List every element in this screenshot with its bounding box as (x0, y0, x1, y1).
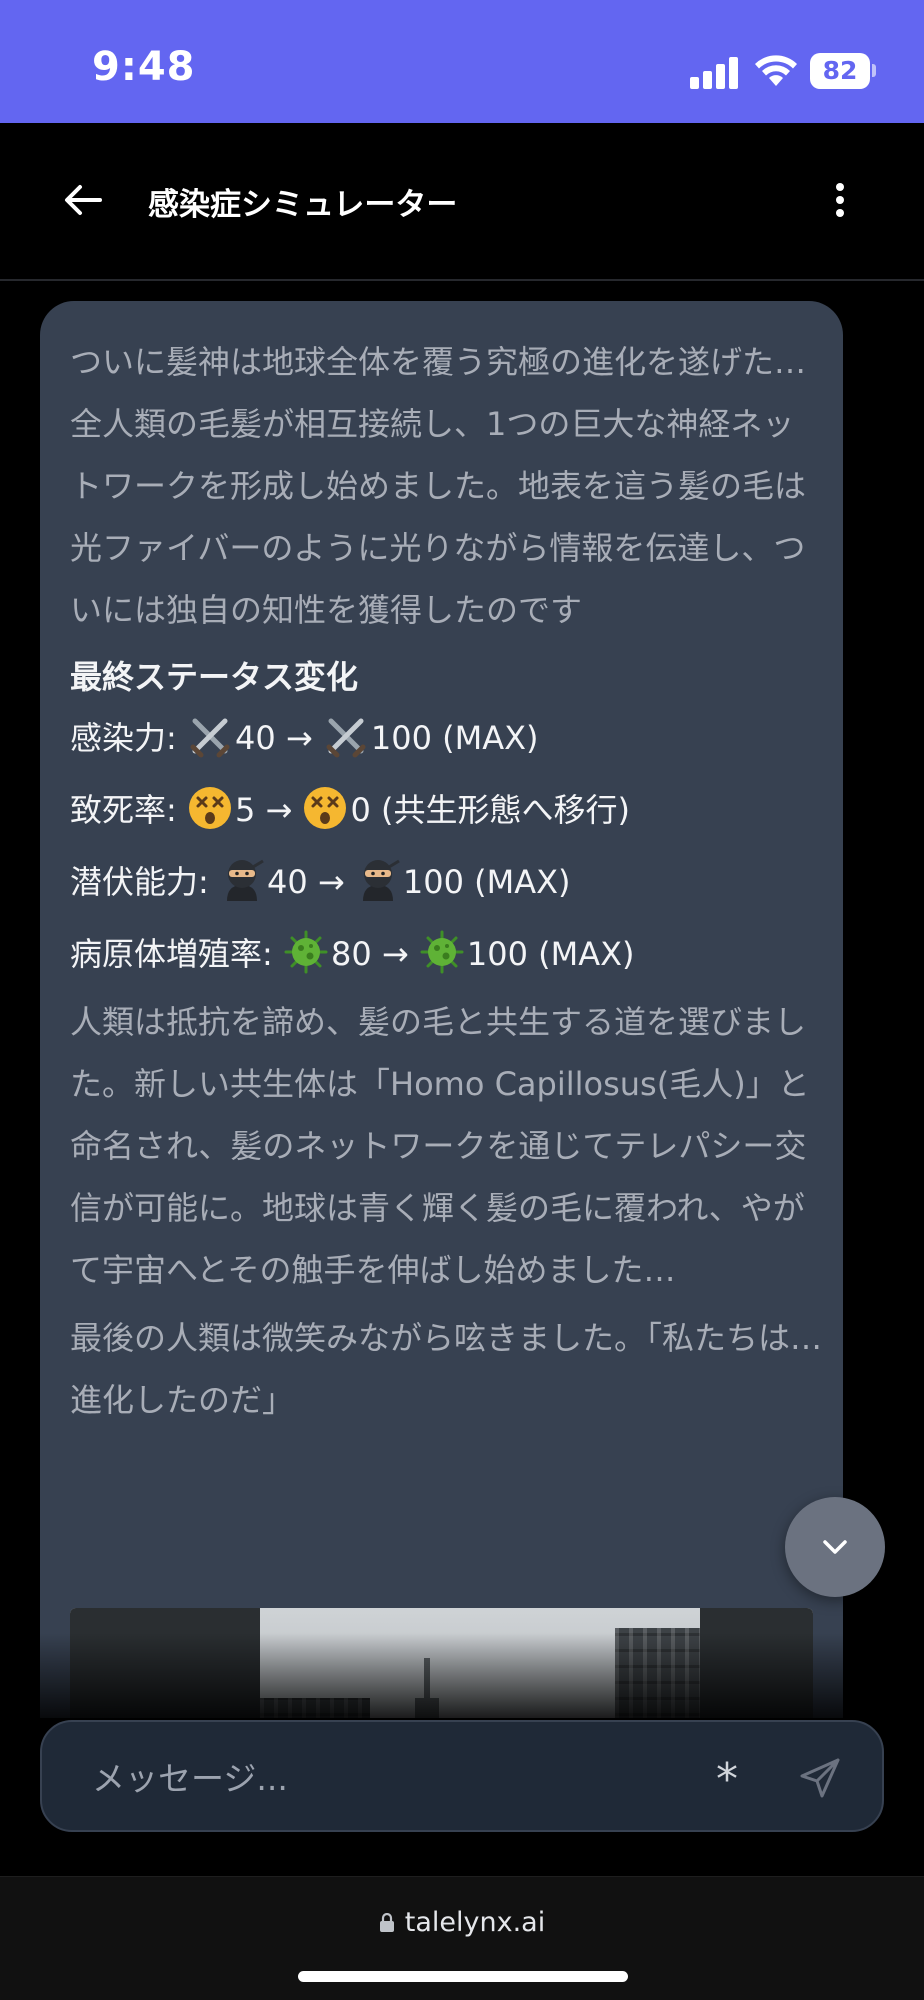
status-heading: 最終ステータス変化 (70, 658, 359, 696)
message-input[interactable]: メッセージ... (92, 1752, 288, 1800)
home-indicator[interactable] (298, 1971, 628, 1982)
stat-arrow: → (285, 719, 313, 757)
url-text: talelynx.ai (404, 1907, 546, 1938)
scroll-down-button[interactable] (785, 1497, 885, 1597)
back-arrow-icon[interactable] (58, 175, 108, 225)
chat-thread[interactable]: ついに髪神は地球全体を覆う究極の進化を遂げた…全人類の毛髪が相互接続し、1つの巨… (0, 283, 924, 1718)
cellular-signal-icon (690, 57, 740, 89)
send-icon[interactable] (792, 1750, 848, 1806)
ninja-icon (226, 859, 264, 901)
battery-level: 82 (810, 53, 870, 89)
stat-after-value: 100 (MAX) (370, 719, 539, 757)
chevron-down-icon (823, 1540, 847, 1554)
stat-label: 致死率: (70, 791, 177, 829)
stat-before-value: 40 (234, 719, 276, 757)
lock-icon (379, 1913, 394, 1932)
message-content: ついに髪神は地球全体を覆う究極の進化を遂げた…全人類の毛髪が相互接続し、1つの巨… (70, 331, 822, 1431)
stat-row-infectivity: 感染力: 40 → 100 (MAX) (70, 713, 822, 762)
stat-row-latency: 潜伏能力: 40 → 100 (MAX) (70, 857, 822, 906)
more-options-icon[interactable] (820, 175, 860, 225)
microbe-icon (284, 930, 328, 974)
message-paragraph-symbiosis: 人類は抵抗を諦め、髪の毛と共生する道を選びました。新しい共生体は「Homo Ca… (70, 1003, 810, 1289)
ninja-icon (362, 859, 400, 901)
crossed-swords-icon (326, 718, 366, 758)
chat-fade-overlay (0, 1633, 924, 1718)
message-composer[interactable]: メッセージ... * (40, 1720, 884, 1832)
dizzy-face-icon (188, 787, 231, 829)
status-time: 9:48 (92, 44, 196, 90)
wifi-icon (755, 55, 797, 86)
stat-arrow: → (317, 863, 345, 901)
composer-bar: メッセージ... * (0, 1718, 924, 1876)
status-bar: 9:48 82 (0, 0, 924, 123)
message-paragraph-ending: 最後の人類は微笑みながら呟きました。「私たちは…進化したのだ」 (70, 1319, 823, 1419)
dizzy-face-icon (304, 787, 347, 829)
stat-after-value: 100 (MAX) (402, 863, 571, 901)
stat-arrow: → (265, 791, 293, 829)
microbe-icon (420, 930, 464, 974)
stat-row-replication: 病原体増殖率: 80 → 100 (MAX) (70, 929, 822, 978)
ai-message-bubble: ついに髪神は地球全体を覆う究極の進化を遂げた…全人類の毛髪が相互接続し、1つの巨… (40, 301, 843, 1718)
asterisk-button[interactable]: * (702, 1750, 752, 1805)
stat-before-value: 40 (266, 863, 308, 901)
browser-url-bar[interactable]: talelynx.ai (0, 1876, 924, 2000)
stat-after-value: 100 (MAX) (466, 935, 635, 973)
message-paragraph-intro: ついに髪神は地球全体を覆う究極の進化を遂げた…全人類の毛髪が相互接続し、1つの巨… (70, 343, 807, 629)
stat-after-value: 0 (共生形態へ移行) (350, 791, 630, 829)
stat-row-lethality: 致死率: 5 → 0 (共生形態へ移行) (70, 785, 822, 834)
stat-before-value: 80 (330, 935, 372, 973)
crossed-swords-icon (190, 718, 230, 758)
page-title: 感染症シミュレーター (148, 187, 458, 223)
stat-label: 病原体増殖率: (70, 935, 273, 973)
stat-label: 潜伏能力: (70, 863, 209, 901)
battery-icon: 82 (810, 53, 876, 89)
app-header: 感染症シミュレーター (0, 123, 924, 281)
url-display[interactable]: talelynx.ai (0, 1907, 924, 1938)
stat-label: 感染力: (70, 719, 177, 757)
stat-arrow: → (381, 935, 409, 973)
stat-before-value: 5 (234, 791, 256, 829)
